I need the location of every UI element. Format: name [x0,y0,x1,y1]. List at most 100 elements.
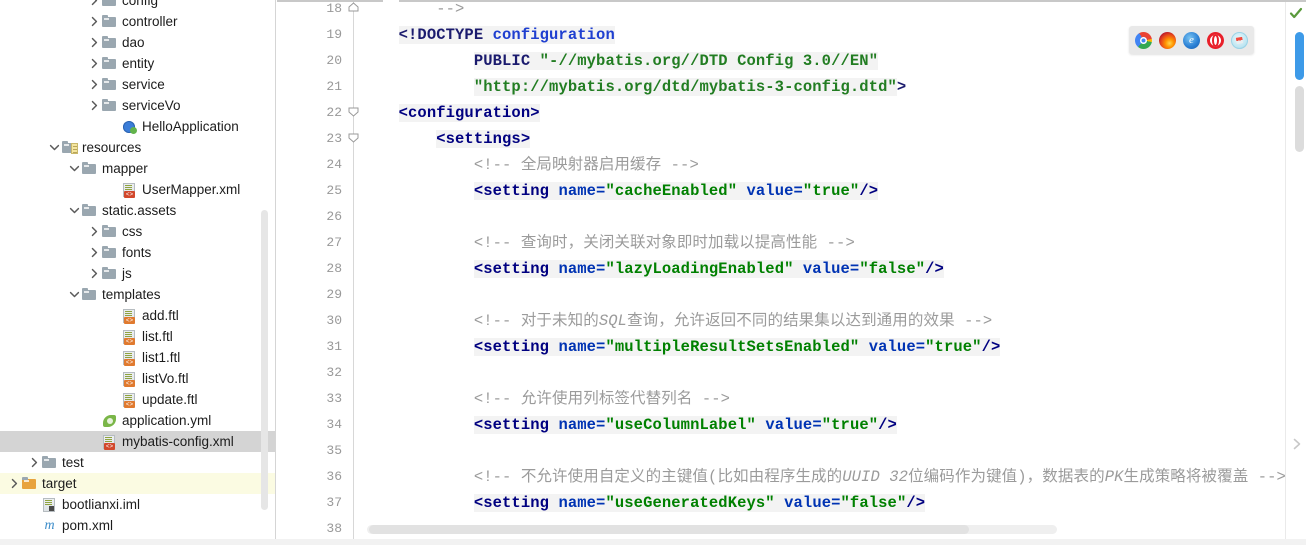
code-line[interactable]: --> [361,2,464,22]
code-line[interactable]: PUBLIC "-//mybatis.org//DTD Config 3.0//… [361,48,879,74]
folder-icon [101,266,118,282]
code-token-val: "false" [840,494,907,512]
tree-item-entity[interactable]: entity [0,53,276,74]
explorer-icon[interactable] [1183,31,1200,49]
code-line[interactable]: <settings> [361,126,531,152]
tree-item-target[interactable]: target [0,473,276,494]
sidebar-vertical-scrollbar[interactable] [261,210,268,510]
tree-item-js[interactable]: js [0,263,276,284]
tree-no-arrow [108,305,121,326]
chevron-right-icon[interactable] [88,95,101,116]
editor-vertical-scrollbar-track[interactable] [1295,86,1304,152]
tree-item-css[interactable]: css [0,221,276,242]
code-line[interactable]: <!-- 允许使用列标签代替列名 --> [361,386,730,412]
safari-icon[interactable] [1231,31,1248,49]
code-line[interactable]: "http://mybatis.org/dtd/mybatis-3-config… [361,74,906,100]
chevron-right-icon[interactable] [88,53,101,74]
tree-item-update-ftl[interactable]: <> update.ftl [0,389,276,410]
code-token-attr: name= [558,260,606,278]
tree-item-servicevo[interactable]: serviceVo [0,95,276,116]
code-line[interactable]: <!-- 全局映射器启用缓存 --> [361,152,699,178]
project-tool-window[interactable]: config controller dao entity service serviceV… [0,0,276,545]
code-line[interactable]: <setting name="useColumnLabel" value="tr… [361,412,897,438]
fold-end-icon[interactable] [347,1,360,14]
tree-item-mapper[interactable]: mapper [0,158,276,179]
chevron-down-icon[interactable] [68,284,81,305]
tree-item-dao[interactable]: dao [0,32,276,53]
tree-item-controller[interactable]: controller [0,11,276,32]
code-token-attr: value= [765,416,822,434]
tree-item-config[interactable]: config [0,0,276,11]
code-line[interactable]: <configuration> [361,100,540,126]
code-token-cmt-i: UUID [842,468,880,486]
editor-vertical-scrollbar-thumb[interactable] [1295,32,1304,80]
tree-item-application-yml[interactable]: application.yml [0,410,276,431]
tree-item-list1-ftl[interactable]: <> list1.ftl [0,347,276,368]
fold-collapse-icon[interactable] [347,105,360,118]
fold-collapse-icon[interactable] [347,131,360,144]
editor-text-area[interactable]: --> <!DOCTYPE configuration PUBLIC "-//m… [361,2,1306,545]
code-line[interactable] [361,438,370,464]
tree-item-fonts[interactable]: fonts [0,242,276,263]
chevron-right-icon[interactable] [88,263,101,284]
code-line[interactable] [361,360,370,386]
editor-horizontal-scrollbar-thumb[interactable] [369,525,969,534]
code-line[interactable] [361,204,370,230]
tree-item-listvo-ftl[interactable]: <> listVo.ftl [0,368,276,389]
tree-item-add-ftl[interactable]: <> add.ftl [0,305,276,326]
chevron-right-icon[interactable] [88,32,101,53]
code-line[interactable]: <setting name="cacheEnabled" value="true… [361,178,879,204]
chevron-right-icon[interactable] [88,221,101,242]
tree-item-test[interactable]: test [0,452,276,473]
code-token-plain [774,494,785,512]
tree-no-arrow [88,431,101,452]
chevron-right-icon[interactable] [88,0,101,11]
chevron-right-icon[interactable] [28,452,41,473]
tree-item-service[interactable]: service [0,74,276,95]
chrome-icon[interactable] [1135,31,1152,49]
ftl-file-icon: <> [121,329,138,345]
tree-item-label: update.ftl [142,392,198,407]
tree-item-static-assets[interactable]: static.assets [0,200,276,221]
code-line[interactable]: <!-- 对于未知的SQL查询，允许返回不同的结果集以达到通用的效果 --> [361,308,992,334]
chevron-down-icon[interactable] [68,200,81,221]
tree-item-pom-xml[interactable]: m pom.xml [0,515,276,536]
chevron-down-icon[interactable] [68,158,81,179]
firefox-icon[interactable] [1159,31,1176,49]
code-line[interactable]: <setting name="multipleResultSetsEnabled… [361,334,1001,360]
chevron-down-icon[interactable] [48,137,61,158]
editor-gutter[interactable]: 18 19 20 21 22 23 24 25 26 27 28 29 30 31 32 33 34 35 36 37… [277,1,355,545]
open-in-browser-toolbar[interactable] [1129,26,1254,54]
tree-item-bootlianxi-iml[interactable]: bootlianxi.iml [0,494,276,515]
target-folder-icon [21,476,38,492]
code-token-dtd: <!DOCTYPE [398,26,493,44]
tree-item-templates[interactable]: templates [0,284,276,305]
code-line[interactable]: <!-- 查询时，关闭关联对象即时加载以提高性能 --> [361,230,855,256]
tree-item-label: list.ftl [142,329,173,344]
code-line[interactable]: <!DOCTYPE configuration [361,22,615,48]
code-line[interactable]: <setting name="useGeneratedKeys" value="… [361,490,926,516]
tree-item-usermapper-xml[interactable]: <> UserMapper.xml [0,179,276,200]
tree-item-helloapplication[interactable]: HelloApplication [0,116,276,137]
chevron-right-icon[interactable] [88,11,101,32]
code-token-plain [859,338,869,356]
editor-status-strip[interactable] [1285,2,1306,545]
chevron-right-icon[interactable] [8,473,21,494]
bottom-status-strip [0,539,1306,545]
chevron-right-icon[interactable] [88,242,101,263]
code-line[interactable]: <setting name="lazyLoadingEnabled" value… [361,256,944,282]
green-check-icon[interactable] [1289,6,1303,20]
line-number: 28 [326,261,342,276]
code-line[interactable] [361,282,370,308]
folder-icon [81,287,98,303]
opera-icon[interactable] [1207,31,1224,49]
tree-item-list-ftl[interactable]: <> list.ftl [0,326,276,347]
code-line[interactable]: <!-- 不允许使用自定义的主键值(比如由程序生成的UUID 32位编码作为键值… [361,464,1286,490]
tree-item-mybatis-config-xml[interactable]: <> mybatis-config.xml [0,431,276,452]
code-editor[interactable]: 18 19 20 21 22 23 24 25 26 27 28 29 30 31 32 33 34 35 36 37… [277,0,1306,545]
tree-item-resources[interactable]: resources [0,137,276,158]
chevron-right-icon[interactable] [88,74,101,95]
chevron-right-icon[interactable] [1290,437,1304,451]
